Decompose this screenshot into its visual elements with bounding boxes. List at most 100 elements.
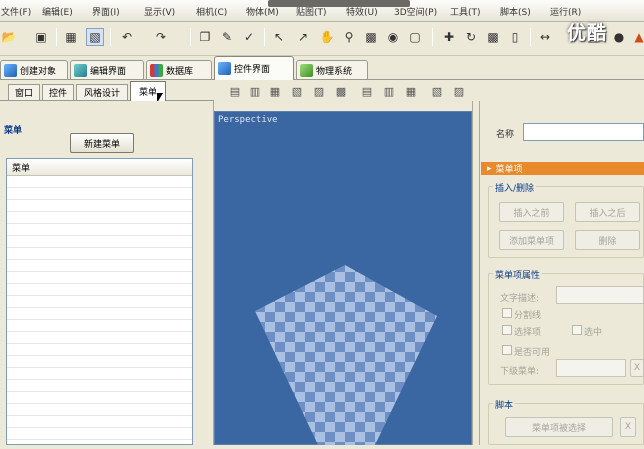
paint-icon[interactable]: ▲ [630, 28, 644, 46]
menu-script[interactable]: 脚本(S) [500, 5, 531, 18]
align-center-icon[interactable]: ▥ [248, 84, 262, 98]
menu-tools[interactable]: 工具(T) [450, 5, 481, 18]
render-icon[interactable]: ▩ [362, 28, 380, 46]
paste-icon[interactable]: ✎ [218, 28, 236, 46]
menu-list[interactable]: 菜单 [6, 158, 193, 445]
tab-database[interactable]: 数据库 [146, 60, 212, 79]
save-icon[interactable]: ▣ [32, 28, 50, 46]
selected-checkbox[interactable] [572, 325, 582, 335]
tab-physics[interactable]: 物理系统 [296, 60, 368, 79]
subtab-style-design[interactable]: 风格设计 [76, 84, 128, 100]
toolbar-separator [264, 28, 265, 46]
align-bottom-icon[interactable]: ▩ [334, 84, 348, 98]
insert-after-button[interactable]: 插入之后 [575, 202, 640, 222]
menu-bar: 文件(F) 编辑(E) 界面(I) 显示(V) 相机(C) 物体(M) 贴图(T… [0, 0, 644, 22]
menu-object[interactable]: 物体(M) [246, 5, 279, 18]
new-menu-button[interactable]: 新建菜单 [70, 133, 134, 153]
toolbar-separator [190, 28, 191, 46]
viewport-scene [255, 265, 437, 445]
viewport-label: Perspective [218, 115, 278, 125]
redo-icon[interactable]: ↷ [152, 28, 170, 46]
zoom-icon[interactable]: ⚲ [340, 28, 358, 46]
tab-label: 物理系统 [316, 66, 353, 77]
script-title: 脚本 [493, 398, 516, 411]
same-height-icon[interactable]: ▥ [382, 84, 396, 98]
name-field[interactable] [523, 123, 644, 141]
align-middle-icon[interactable]: ▨ [312, 84, 326, 98]
tab-label: 编辑界面 [90, 66, 127, 77]
selected-label: 选中 [584, 328, 603, 338]
space-vertical-icon[interactable]: ▨ [452, 84, 466, 98]
delete-button[interactable]: 删除 [575, 230, 640, 250]
perspective-viewport[interactable] [214, 111, 472, 445]
align-left-icon[interactable]: ▤ [228, 84, 242, 98]
control-ui-icon [218, 62, 231, 75]
tab-edit-ui[interactable]: 编辑界面 [70, 60, 144, 79]
copy-icon[interactable]: ❐ [196, 28, 214, 46]
subtab-window[interactable]: 窗口 [8, 84, 40, 100]
snap-grid-icon[interactable]: ▧ [86, 28, 104, 46]
insert-before-button[interactable]: 插入之前 [499, 202, 564, 222]
toolbar-separator [530, 28, 531, 46]
menu-list-body[interactable] [7, 176, 192, 444]
mirror-icon[interactable]: ▯ [506, 28, 524, 46]
menu-item-rollout[interactable]: ▸ 菜单项 [481, 162, 644, 175]
hand-pan-icon[interactable]: ✋ [318, 28, 336, 46]
enabled-label: 是否可用 [514, 348, 551, 358]
name-label: 名称 [496, 130, 515, 140]
separator-checkbox[interactable] [502, 308, 512, 318]
add-menu-item-button[interactable]: 添加菜单项 [499, 230, 564, 250]
select-pointer-icon[interactable]: ↖ [270, 28, 288, 46]
properties-title: 菜单项属性 [493, 268, 543, 281]
grid-icon[interactable]: ▦ [62, 28, 80, 46]
scale-icon[interactable]: ▩ [484, 28, 502, 46]
rotate-icon[interactable]: ↻ [462, 28, 480, 46]
open-icon[interactable]: 📂 [0, 28, 18, 46]
subtab-control[interactable]: 控件 [42, 84, 74, 100]
align-right-icon[interactable]: ▦ [268, 84, 282, 98]
script-clear-button[interactable]: X [620, 417, 636, 437]
same-width-icon[interactable]: ▤ [360, 84, 374, 98]
database-icon [150, 63, 163, 77]
toolbar-separator [110, 28, 111, 46]
spell-check-icon[interactable]: ✓ [240, 28, 258, 46]
space-horizontal-icon[interactable]: ▧ [430, 84, 444, 98]
move-cross-icon[interactable]: ✚ [440, 28, 458, 46]
text-description-field[interactable] [556, 286, 644, 304]
undo-icon[interactable]: ↶ [118, 28, 136, 46]
align-icon[interactable]: ↔ [536, 28, 554, 46]
menu-texture[interactable]: 贴图(T) [296, 5, 327, 18]
tab-control-ui[interactable]: 控件界面 [214, 56, 294, 80]
submenu-clear-button[interactable]: X [630, 359, 644, 377]
toolbar-separator [56, 28, 57, 46]
menu-3d-space[interactable]: 3D空间(P) [394, 5, 437, 18]
menu-view[interactable]: 显示(V) [144, 5, 175, 18]
menu-run[interactable]: 运行(R) [550, 5, 581, 18]
same-size-icon[interactable]: ▦ [404, 84, 418, 98]
submenu-label: 下级菜单: [500, 367, 540, 377]
option-label: 选择项 [514, 328, 542, 338]
menu-effects[interactable]: 特效(U) [346, 5, 378, 18]
tab-create-object[interactable]: 创建对象 [0, 60, 68, 79]
tab-label: 控件界面 [234, 65, 271, 75]
enabled-checkbox[interactable] [502, 345, 512, 355]
rollout-title: 菜单项 [495, 165, 523, 175]
menu-item-selected-button[interactable]: 菜单项被选择 [505, 417, 613, 437]
menu-camera[interactable]: 相机(C) [196, 5, 227, 18]
rollout-arrow-icon: ▸ [487, 163, 492, 174]
camera-icon[interactable]: ◉ [384, 28, 402, 46]
create-object-icon [4, 63, 17, 77]
select-move-icon[interactable]: ↗ [294, 28, 312, 46]
menu-interface[interactable]: 界面(I) [92, 5, 120, 18]
option-checkbox[interactable] [502, 325, 512, 335]
menu-file[interactable]: 文件(F) [1, 5, 31, 18]
brush-icon[interactable]: ● [610, 28, 628, 46]
align-top-icon[interactable]: ▧ [290, 84, 304, 98]
left-panel-title: 菜单 [4, 126, 23, 136]
submenu-field[interactable] [556, 359, 626, 377]
panel-splitter[interactable] [472, 101, 480, 445]
menu-edit[interactable]: 编辑(E) [42, 5, 73, 18]
tab-label: 数据库 [166, 66, 194, 77]
cube-icon[interactable]: ▢ [406, 28, 424, 46]
toolbar-separator [432, 28, 433, 46]
